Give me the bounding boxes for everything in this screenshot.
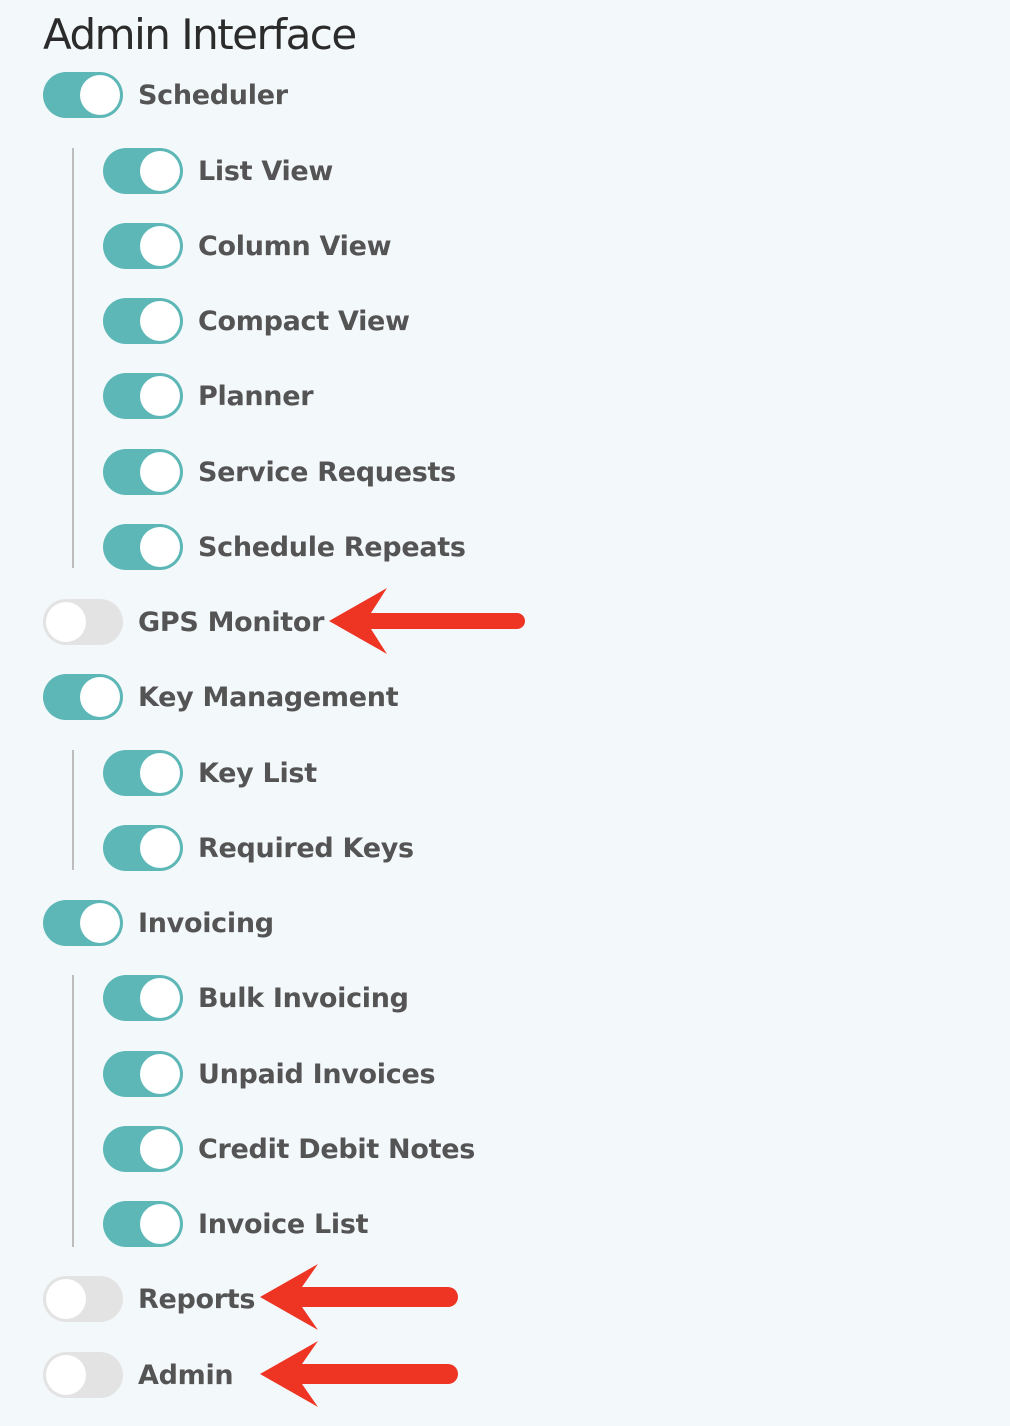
toggle-row-column-view: Column View <box>103 222 392 270</box>
toggle-knob <box>140 226 180 266</box>
credit-debit-notes-toggle[interactable] <box>103 1126 183 1172</box>
toggle-knob <box>80 903 120 943</box>
reports-toggle[interactable] <box>43 1276 123 1322</box>
compact-view-toggle[interactable] <box>103 298 183 344</box>
list-view-toggle[interactable] <box>103 148 183 194</box>
key-list-toggle[interactable] <box>103 750 183 796</box>
toggle-knob <box>140 978 180 1018</box>
bulk-invoicing-toggle[interactable] <box>103 975 183 1021</box>
toggle-knob <box>140 828 180 868</box>
toggle-knob <box>140 527 180 567</box>
toggle-row-reports: Reports <box>43 1275 255 1323</box>
toggle-row-gps-monitor: GPS Monitor <box>43 598 324 646</box>
admin-toggle[interactable] <box>43 1352 123 1398</box>
reports-label: Reports <box>138 1283 256 1315</box>
toggle-knob <box>140 452 180 492</box>
toggle-knob <box>140 151 180 191</box>
toggle-row-list-view: List View <box>103 147 333 195</box>
annotation-arrow-admin <box>260 1341 458 1407</box>
toggle-row-required-keys: Required Keys <box>103 824 414 872</box>
schedule-repeats-label: Schedule Repeats <box>198 531 466 563</box>
required-keys-label: Required Keys <box>198 832 414 864</box>
toggle-row-credit-debit-notes: Credit Debit Notes <box>103 1125 475 1173</box>
bulk-invoicing-label: Bulk Invoicing <box>198 982 409 1014</box>
scheduler-group-line <box>72 148 74 568</box>
toggle-knob <box>80 677 120 717</box>
toggle-row-invoicing: Invoicing <box>43 899 274 947</box>
toggle-row-key-list: Key List <box>103 749 317 797</box>
toggle-row-invoice-list: Invoice List <box>103 1200 369 1248</box>
toggle-knob <box>80 75 120 115</box>
column-view-label: Column View <box>198 230 392 262</box>
key-management-label: Key Management <box>138 681 399 713</box>
toggle-knob <box>46 602 86 642</box>
toggle-row-bulk-invoicing: Bulk Invoicing <box>103 974 409 1022</box>
list-view-label: List View <box>198 155 334 187</box>
toggle-knob <box>140 1054 180 1094</box>
invoicing-toggle[interactable] <box>43 900 123 946</box>
toggle-row-unpaid-invoices: Unpaid Invoices <box>103 1050 436 1098</box>
compact-view-label: Compact View <box>198 305 410 337</box>
toggle-row-schedule-repeats: Schedule Repeats <box>103 523 466 571</box>
toggle-knob <box>46 1279 86 1319</box>
planner-toggle[interactable] <box>103 373 183 419</box>
key-management-toggle[interactable] <box>43 674 123 720</box>
planner-label: Planner <box>198 380 314 412</box>
invoice-list-label: Invoice List <box>198 1208 369 1240</box>
page-title: Admin Interface <box>43 10 357 59</box>
required-keys-toggle[interactable] <box>103 825 183 871</box>
service-requests-toggle[interactable] <box>103 449 183 495</box>
toggle-knob <box>140 753 180 793</box>
toggle-knob <box>140 376 180 416</box>
scheduler-label: Scheduler <box>138 79 288 111</box>
toggle-knob <box>140 1129 180 1169</box>
toggle-row-compact-view: Compact View <box>103 297 410 345</box>
scheduler-toggle[interactable] <box>43 72 123 118</box>
key-management-group-line <box>72 750 74 870</box>
toggle-knob <box>46 1355 86 1395</box>
gps-monitor-label: GPS Monitor <box>138 606 325 638</box>
key-list-label: Key List <box>198 757 317 789</box>
toggle-row-admin: Admin <box>43 1351 234 1399</box>
toggle-row-planner: Planner <box>103 372 314 420</box>
unpaid-invoices-toggle[interactable] <box>103 1051 183 1097</box>
unpaid-invoices-label: Unpaid Invoices <box>198 1058 436 1090</box>
toggle-row-service-requests: Service Requests <box>103 448 456 496</box>
column-view-toggle[interactable] <box>103 223 183 269</box>
admin-label: Admin <box>138 1359 234 1391</box>
toggle-row-key-management: Key Management <box>43 673 399 721</box>
invoicing-label: Invoicing <box>138 907 274 939</box>
annotation-arrow-reports <box>260 1264 458 1330</box>
annotation-arrow-gps-monitor <box>329 588 525 654</box>
invoicing-group-line <box>72 975 74 1247</box>
invoice-list-toggle[interactable] <box>103 1201 183 1247</box>
schedule-repeats-toggle[interactable] <box>103 524 183 570</box>
service-requests-label: Service Requests <box>198 456 456 488</box>
toggle-row-scheduler: Scheduler <box>43 71 288 119</box>
toggle-knob <box>140 301 180 341</box>
credit-debit-notes-label: Credit Debit Notes <box>198 1133 475 1165</box>
toggle-knob <box>140 1204 180 1244</box>
gps-monitor-toggle[interactable] <box>43 599 123 645</box>
